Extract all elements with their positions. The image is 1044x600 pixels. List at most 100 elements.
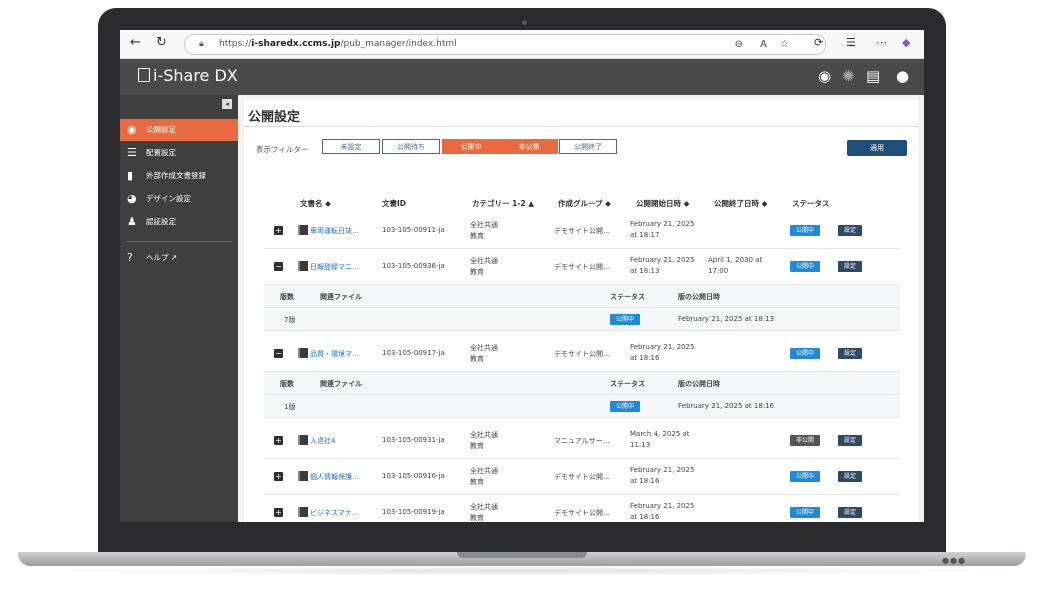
end-date-line2: 17:00 xyxy=(708,267,729,275)
settings-icon[interactable]: ✺ xyxy=(842,67,855,85)
filter-published-button[interactable]: 公開中 xyxy=(442,139,500,154)
start-date-line2: at 18:16 xyxy=(630,354,660,362)
sidebar: ◂ ◉ 公開設定 ☰ 配置設定 ▮ 外部作成文書登録 ◕ デザイン設定 ♟ 認証設定 ? ヘ… xyxy=(120,95,238,522)
collections-icon[interactable]: ☰ xyxy=(846,36,856,49)
document-icon xyxy=(298,435,308,445)
expand-row-icon[interactable]: + xyxy=(274,472,283,481)
related-files-header: 関連ファイル xyxy=(320,380,362,388)
doc-id: 103-105-00917-ja xyxy=(382,349,445,357)
doc-name-link[interactable]: 車両運転日誌… xyxy=(310,226,359,236)
sidebar-item-publish[interactable]: ◉ 公開設定 xyxy=(120,119,238,141)
settings-button[interactable]: 設定 xyxy=(838,435,862,446)
category-1: 全社共通 xyxy=(470,467,498,475)
start-date-line2: at 18:16 xyxy=(630,513,660,521)
apply-button[interactable]: 適用 xyxy=(847,140,907,156)
read-aloud-icon[interactable]: A xyxy=(760,35,767,54)
address-bar[interactable]: 🔒︎ https://i-sharedx.ccms.jp/pub_manager… xyxy=(184,34,826,55)
start-date-line2: at 18:17 xyxy=(630,231,660,239)
app-logo[interactable]: i-Share DX xyxy=(138,66,238,85)
header-doc-name[interactable]: 文書名 ◆ xyxy=(300,198,331,209)
help-icon: ? xyxy=(127,251,133,264)
category-2: 教育 xyxy=(470,355,484,363)
start-date-line2: 11:13 xyxy=(630,441,651,449)
header-doc-id[interactable]: 文書ID xyxy=(382,198,406,209)
version-date: February 21, 2025 at 18:13 xyxy=(678,315,775,323)
collapse-sidebar-button[interactable]: ◂ xyxy=(222,99,232,109)
reload-icon[interactable]: ↻ xyxy=(156,35,167,50)
doc-name-link[interactable]: 個人情報保護… xyxy=(310,472,359,482)
version-number: 7版 xyxy=(284,316,296,324)
sidebar-item-external-docs[interactable]: ▮ 外部作成文書登録 xyxy=(120,165,238,187)
category-2: 教育 xyxy=(470,514,484,522)
laptop-shadow xyxy=(40,566,1004,576)
favorite-icon[interactable]: ☆ xyxy=(780,35,789,54)
filter-pending-button[interactable]: 公開待ち xyxy=(382,139,440,154)
group: デモサイト公開… xyxy=(554,227,610,235)
document-icon xyxy=(298,348,308,358)
category-1: 全社共通 xyxy=(470,221,498,229)
table-row: + ビジネスマナ… 103-105-00919-ja 全社共通 教育 デモサイト公開… Fe… xyxy=(264,495,900,522)
version-date: February 21, 2025 at 18:16 xyxy=(678,402,775,410)
category-2: 教育 xyxy=(470,268,484,276)
header-start[interactable]: 公開開始日時 ◆ xyxy=(636,198,689,209)
settings-button[interactable]: 設定 xyxy=(838,471,862,482)
version-number: 1版 xyxy=(284,403,296,411)
category-2: 教育 xyxy=(470,478,484,486)
expand-row-icon[interactable]: + xyxy=(274,508,283,517)
version-date-header: 版の公開日時 xyxy=(678,293,720,301)
header-end[interactable]: 公開終了日時 ◆ xyxy=(714,198,767,209)
table-row: + 入退社4 103-105-00931-ja 全社共通 教育 マニュアルサー… March… xyxy=(264,423,900,459)
document-icon xyxy=(298,261,308,271)
document-icon xyxy=(298,471,308,481)
globe-icon[interactable]: ◉ xyxy=(818,67,831,85)
filter-label: 表示フィルター xyxy=(256,145,309,154)
group: デモサイト公開… xyxy=(554,473,610,481)
version-header-row: 版数 関連ファイル ステータス 版の公開日時 xyxy=(264,285,900,308)
filter-private-button[interactable]: 非公開 xyxy=(500,139,558,154)
related-files-header: 関連ファイル xyxy=(320,293,362,301)
title-divider xyxy=(244,126,918,127)
header-group[interactable]: 作成グループ ◆ xyxy=(558,198,611,209)
expand-row-icon[interactable]: + xyxy=(274,436,283,445)
url-text: https://i-sharedx.ccms.jp/pub_manager/in… xyxy=(219,39,457,49)
settings-button[interactable]: 設定 xyxy=(838,348,862,359)
version-status-header: ステータス xyxy=(610,380,645,388)
extensions-icon[interactable]: ⟳ xyxy=(814,36,823,49)
collapse-row-icon[interactable]: − xyxy=(274,349,283,358)
version-status-badge: 公開中 xyxy=(610,401,640,412)
zoom-icon[interactable]: ⊖ xyxy=(735,35,743,54)
lock-icon: 🔒︎ xyxy=(199,39,204,49)
header-category[interactable]: カテゴリー 1-2 ▲ xyxy=(472,198,534,209)
expand-row-icon[interactable]: + xyxy=(274,226,283,235)
doc-name-link[interactable]: 日報登録マニ… xyxy=(310,262,359,272)
doc-name-link[interactable]: 品質・環境マ… xyxy=(310,349,359,359)
version-row: 1版 公開中 February 21, 2025 at 18:16 xyxy=(264,395,900,418)
filter-unset-button[interactable]: 未設定 xyxy=(322,139,380,154)
settings-button[interactable]: 設定 xyxy=(838,261,862,272)
screen: ← ↻ 🔒︎ https://i-sharedx.ccms.jp/pub_man… xyxy=(120,30,924,522)
header-status: ステータス xyxy=(792,199,830,208)
sidebar-item-auth[interactable]: ♟ 認証設定 xyxy=(120,211,238,233)
camera-icon xyxy=(522,20,527,25)
more-icon[interactable]: ⋯ xyxy=(876,36,887,49)
version-status-badge: 公開中 xyxy=(610,314,640,325)
doc-name-link[interactable]: ビジネスマナ… xyxy=(310,508,359,518)
settings-button[interactable]: 設定 xyxy=(838,507,862,518)
document-icon xyxy=(298,225,308,235)
user-icon[interactable]: ● xyxy=(896,67,909,85)
settings-button[interactable]: 設定 xyxy=(838,225,862,236)
sidebar-item-design[interactable]: ◕ デザイン設定 xyxy=(120,188,238,210)
status-badge: 非公開 xyxy=(790,435,820,446)
sidebar-item-help[interactable]: ? ヘルプ ↗ xyxy=(120,247,238,269)
laptop-notch xyxy=(457,552,587,558)
back-icon[interactable]: ← xyxy=(130,35,141,50)
copilot-icon[interactable]: ◆ xyxy=(902,36,910,49)
doc-name-link[interactable]: 入退社4 xyxy=(310,436,335,446)
category-1: 全社共通 xyxy=(470,431,498,439)
collapse-row-icon[interactable]: − xyxy=(274,262,283,271)
list-view-icon[interactable]: ▤ xyxy=(866,67,880,85)
filter-ended-button[interactable]: 公開終了 xyxy=(559,139,617,154)
sidebar-item-placement[interactable]: ☰ 配置設定 xyxy=(120,142,238,164)
doc-id: 103-105-00919-ja xyxy=(382,508,445,516)
user-check-icon: ♟ xyxy=(127,215,137,228)
